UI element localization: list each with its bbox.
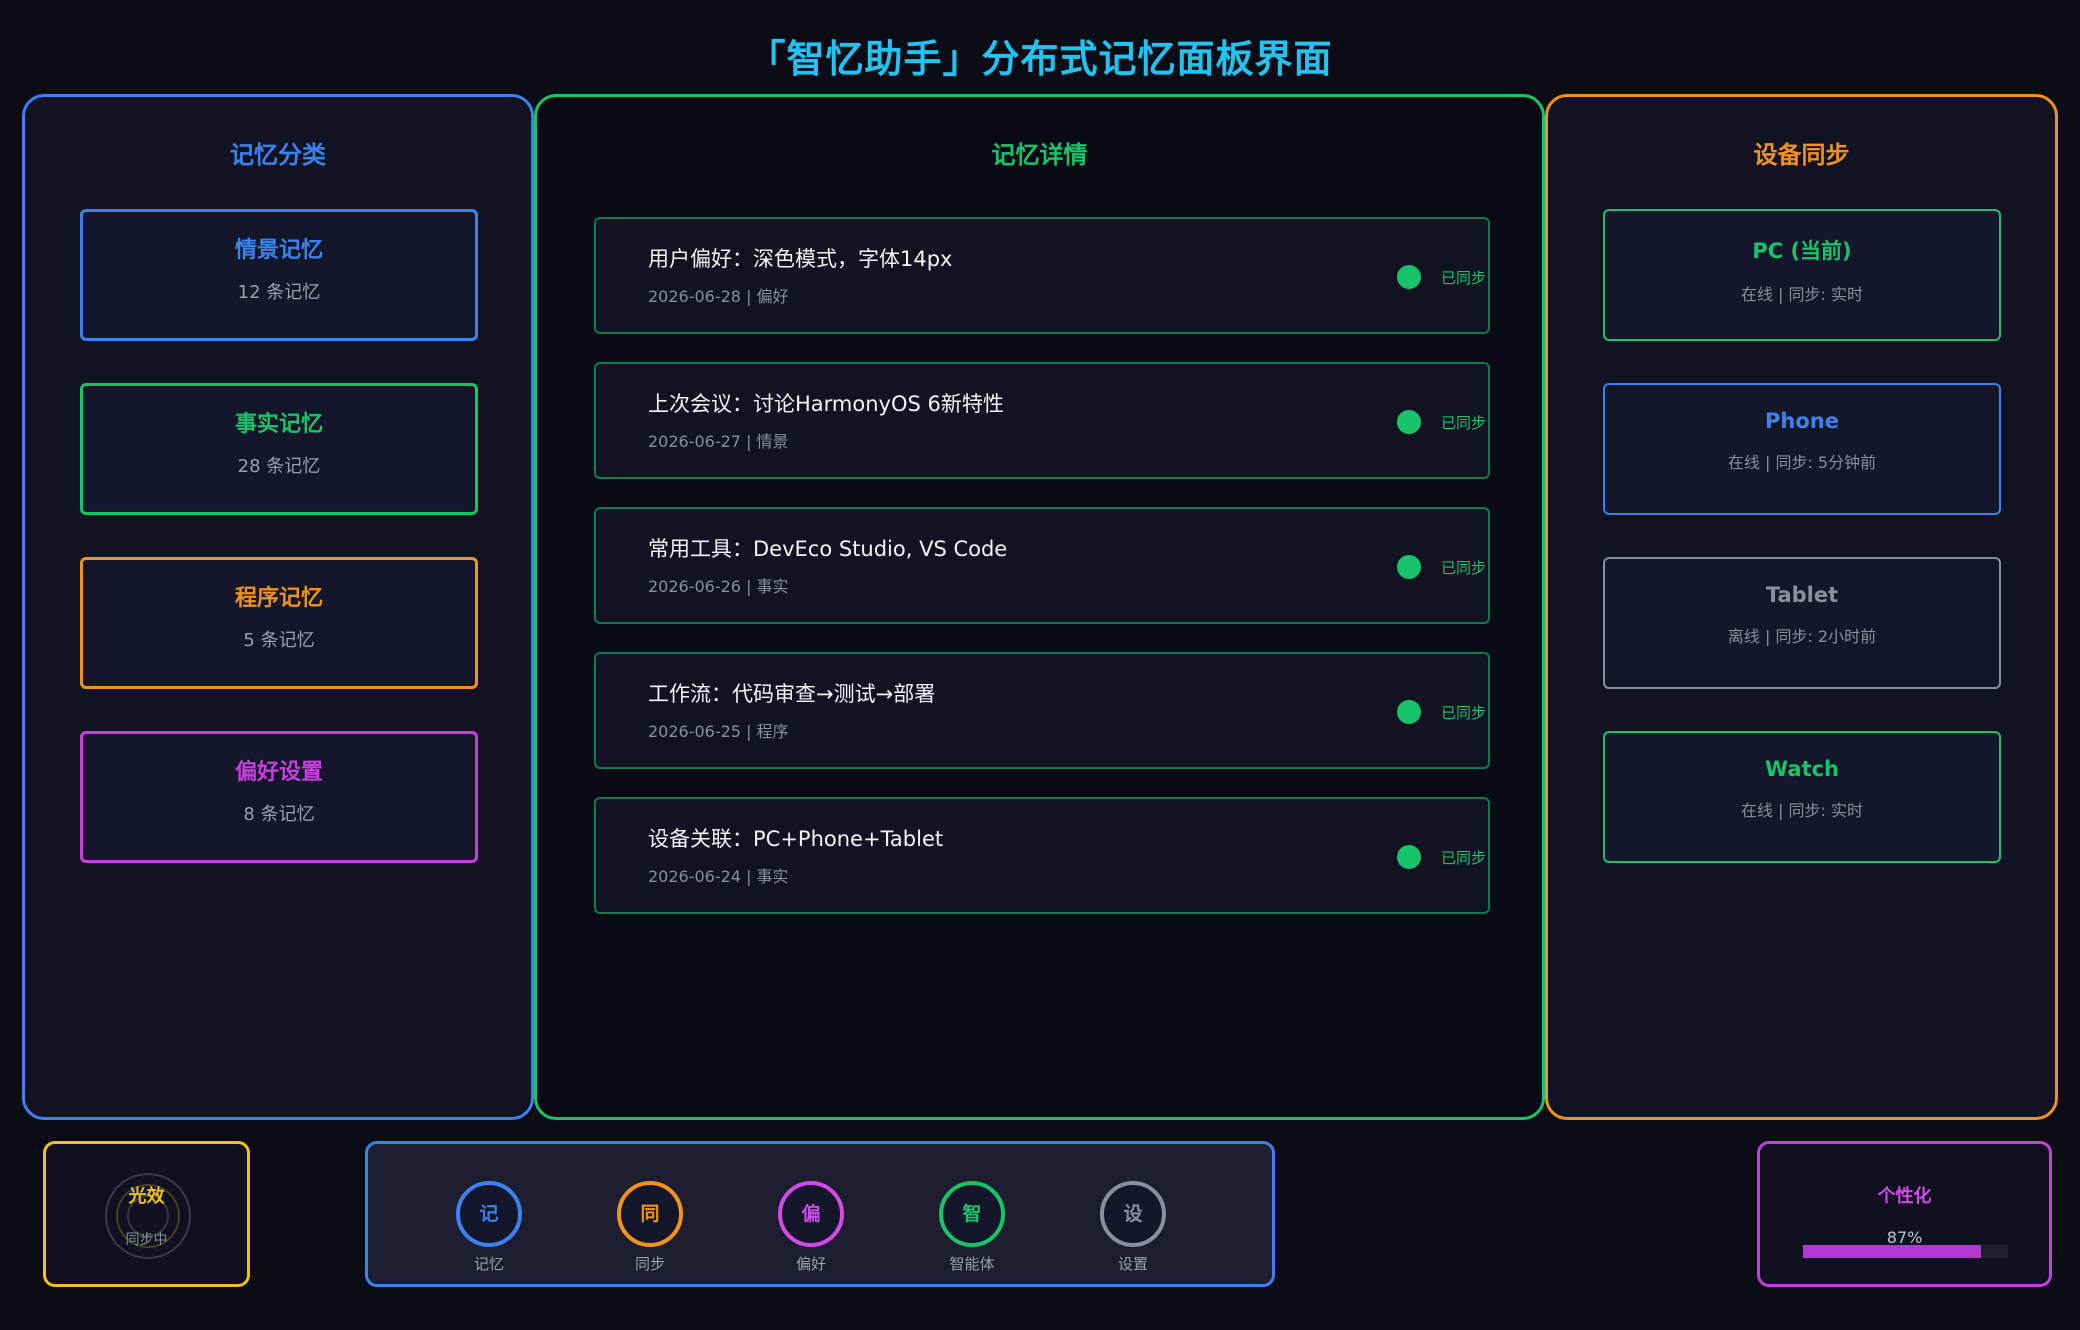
category-card-episodic[interactable]: 情景记忆 12 条记忆 bbox=[80, 209, 478, 341]
memory-text: 设备关联：PC+Phone+Tablet bbox=[648, 827, 944, 851]
device-name: Tablet bbox=[1765, 583, 1839, 607]
category-count: 12 条记忆 bbox=[237, 282, 321, 303]
device-status: 离线 | 同步: 2小时前 bbox=[1727, 627, 1877, 646]
device-name: Phone bbox=[1765, 409, 1839, 433]
memory-item[interactable]: 用户偏好：深色模式，字体14px 2026-06-28 | 偏好 已同步 bbox=[594, 217, 1490, 334]
category-count: 28 条记忆 bbox=[237, 456, 321, 477]
device-status: 在线 | 同步: 实时 bbox=[1740, 801, 1864, 820]
nav-item-agent[interactable]: 智 智能体 bbox=[932, 1181, 1012, 1274]
personalization-progress-track bbox=[1803, 1245, 2008, 1258]
nav-label: 智能体 bbox=[949, 1255, 995, 1273]
device-sync-panel: 设备同步 PC (当前) 在线 | 同步: 实时 Phone 在线 | 同步: … bbox=[1545, 94, 2058, 1120]
memory-meta: 2026-06-26 | 事实 bbox=[648, 577, 789, 596]
preference-icon: 偏 bbox=[778, 1181, 844, 1247]
device-card-watch[interactable]: Watch 在线 | 同步: 实时 bbox=[1603, 731, 2001, 863]
category-name: 情景记忆 bbox=[234, 237, 323, 263]
category-count: 8 条记忆 bbox=[243, 804, 315, 825]
category-name: 程序记忆 bbox=[234, 585, 323, 611]
category-panel: 记忆分类 情景记忆 12 条记忆 事实记忆 28 条记忆 程序记忆 5 条记忆 … bbox=[22, 94, 534, 1120]
device-card-phone[interactable]: Phone 在线 | 同步: 5分钟前 bbox=[1603, 383, 2001, 515]
nav-item-preference[interactable]: 偏 偏好 bbox=[771, 1181, 851, 1274]
personalization-widget: 个性化 87% bbox=[1757, 1141, 2052, 1287]
device-status: 在线 | 同步: 实时 bbox=[1740, 285, 1864, 304]
memory-sync-status: 已同步 bbox=[1441, 559, 1487, 577]
device-name: Watch bbox=[1764, 757, 1840, 781]
memory-meta: 2026-06-28 | 偏好 bbox=[648, 287, 789, 306]
nav-label: 设置 bbox=[1117, 1255, 1148, 1273]
sync-status-dot-icon bbox=[1397, 700, 1421, 724]
category-card-factual[interactable]: 事实记忆 28 条记忆 bbox=[80, 383, 478, 515]
memory-detail-heading: 记忆详情 bbox=[991, 140, 1088, 169]
personalization-progress-fill bbox=[1803, 1245, 1982, 1258]
glow-title: 光效 bbox=[128, 1186, 165, 1207]
nav-label: 同步 bbox=[634, 1255, 665, 1273]
category-card-procedural[interactable]: 程序记忆 5 条记忆 bbox=[80, 557, 478, 689]
sync-icon: 同 bbox=[617, 1181, 683, 1247]
category-count: 5 条记忆 bbox=[243, 630, 315, 651]
nav-label: 记忆 bbox=[473, 1255, 504, 1273]
glow-status: 同步中 bbox=[125, 1232, 168, 1248]
category-name: 偏好设置 bbox=[234, 759, 323, 785]
memory-sync-status: 已同步 bbox=[1441, 704, 1487, 722]
device-status: 在线 | 同步: 5分钟前 bbox=[1727, 453, 1877, 472]
device-card-tablet[interactable]: Tablet 离线 | 同步: 2小时前 bbox=[1603, 557, 2001, 689]
device-sync-heading: 设备同步 bbox=[1753, 140, 1850, 169]
nav-item-memory[interactable]: 记 记忆 bbox=[449, 1181, 529, 1274]
sync-status-dot-icon bbox=[1397, 845, 1421, 869]
personalization-title: 个性化 bbox=[1877, 1186, 1932, 1207]
memory-meta: 2026-06-27 | 情景 bbox=[648, 432, 789, 451]
sync-status-dot-icon bbox=[1397, 555, 1421, 579]
memory-item[interactable]: 工作流：代码审查→测试→部署 2026-06-25 | 程序 已同步 bbox=[594, 652, 1490, 769]
sync-status-dot-icon bbox=[1397, 410, 1421, 434]
memory-meta: 2026-06-24 | 事实 bbox=[648, 867, 789, 886]
settings-icon: 设 bbox=[1100, 1181, 1166, 1247]
memory-icon: 记 bbox=[456, 1181, 522, 1247]
memory-sync-status: 已同步 bbox=[1441, 849, 1487, 867]
memory-sync-status: 已同步 bbox=[1441, 269, 1487, 287]
device-name: PC (当前) bbox=[1752, 239, 1852, 263]
memory-text: 常用工具：DevEco Studio, VS Code bbox=[648, 537, 1008, 561]
page-title: 「智忆助手」分布式记忆面板界面 bbox=[747, 36, 1333, 81]
memory-text: 用户偏好：深色模式，字体14px bbox=[648, 247, 953, 271]
memory-item[interactable]: 常用工具：DevEco Studio, VS Code 2026-06-26 |… bbox=[594, 507, 1490, 624]
memory-detail-panel: 记忆详情 用户偏好：深色模式，字体14px 2026-06-28 | 偏好 已同… bbox=[534, 94, 1545, 1120]
nav-item-settings[interactable]: 设 设置 bbox=[1093, 1181, 1173, 1274]
memory-text: 上次会议：讨论HarmonyOS 6新特性 bbox=[648, 392, 1004, 416]
glow-effect-widget: 光效 同步中 bbox=[43, 1141, 250, 1287]
memory-item[interactable]: 上次会议：讨论HarmonyOS 6新特性 2026-06-27 | 情景 已同… bbox=[594, 362, 1490, 479]
memory-item[interactable]: 设备关联：PC+Phone+Tablet 2026-06-24 | 事实 已同步 bbox=[594, 797, 1490, 914]
sync-status-dot-icon bbox=[1397, 265, 1421, 289]
memory-meta: 2026-06-25 | 程序 bbox=[648, 722, 789, 741]
device-card-pc[interactable]: PC (当前) 在线 | 同步: 实时 bbox=[1603, 209, 2001, 341]
memory-sync-status: 已同步 bbox=[1441, 414, 1487, 432]
category-name: 事实记忆 bbox=[234, 411, 323, 437]
memory-text: 工作流：代码审查→测试→部署 bbox=[648, 682, 936, 706]
nav-label: 偏好 bbox=[795, 1255, 826, 1273]
nav-item-sync[interactable]: 同 同步 bbox=[610, 1181, 690, 1274]
navigation-dock: 记 记忆 同 同步 偏 偏好 智 智能体 设 设置 bbox=[365, 1141, 1275, 1287]
agent-icon: 智 bbox=[939, 1181, 1005, 1247]
category-card-preferences[interactable]: 偏好设置 8 条记忆 bbox=[80, 731, 478, 863]
category-heading: 记忆分类 bbox=[230, 140, 326, 169]
